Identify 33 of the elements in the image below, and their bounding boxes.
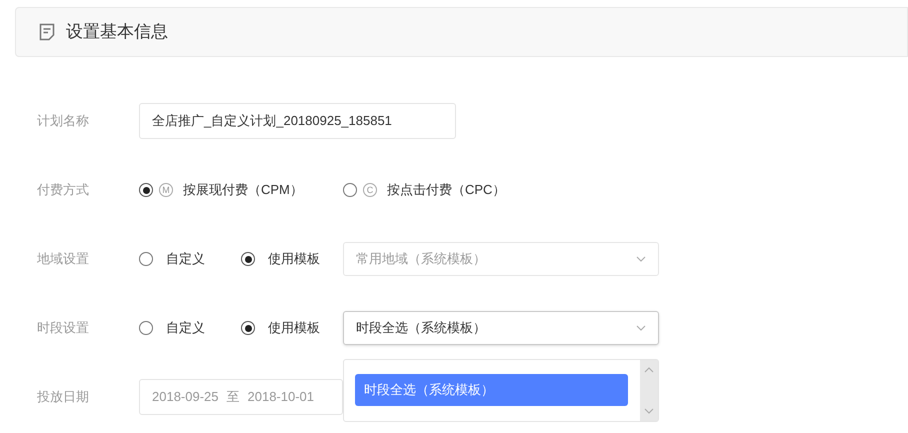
plan-name-field[interactable]: 全店推广_自定义计划_20180925_185851 — [139, 103, 456, 139]
chevron-down-icon — [644, 408, 654, 414]
radio-label: 使用模板 — [268, 250, 320, 268]
radio-label: 自定义 — [166, 250, 205, 268]
end-date: 2018-10-01 — [248, 388, 314, 406]
radio-label: 使用模板 — [268, 319, 320, 338]
radio-label: 按点击付费（CPC） — [387, 181, 506, 200]
field-label: 地域设置 — [37, 250, 90, 268]
radio-button[interactable] — [241, 321, 255, 335]
radio-button[interactable] — [241, 252, 255, 266]
dropdown-option[interactable]: 时段全选（系统模板） — [355, 374, 628, 406]
document-icon — [39, 23, 55, 41]
chevron-down-icon — [636, 256, 646, 262]
radio-button[interactable] — [139, 183, 153, 197]
start-date: 2018-09-25 — [152, 388, 218, 406]
template-select[interactable]: 时段全选（系统模板） — [343, 311, 659, 345]
field-label: 时段设置 — [37, 319, 90, 338]
date-range-field[interactable]: 2018-09-25 至 2018-10-01 — [139, 379, 343, 415]
chevron-down-icon — [636, 325, 646, 331]
badge-icon: C — [363, 183, 377, 197]
radio-label: 自定义 — [166, 319, 205, 338]
field-label: 计划名称 — [37, 112, 90, 130]
radio-button[interactable] — [343, 183, 357, 197]
field-label: 付费方式 — [37, 181, 90, 200]
radio-button[interactable] — [139, 252, 153, 266]
badge-icon: M — [159, 183, 173, 197]
range-separator: 至 — [226, 388, 240, 406]
section-title: 设置基本信息 — [66, 21, 168, 44]
radio-button[interactable] — [139, 321, 153, 335]
chevron-up-icon — [644, 367, 654, 373]
field-label: 投放日期 — [37, 388, 90, 406]
scrollbar[interactable] — [640, 360, 658, 421]
radio-label: 按展现付费（CPM） — [183, 181, 303, 200]
